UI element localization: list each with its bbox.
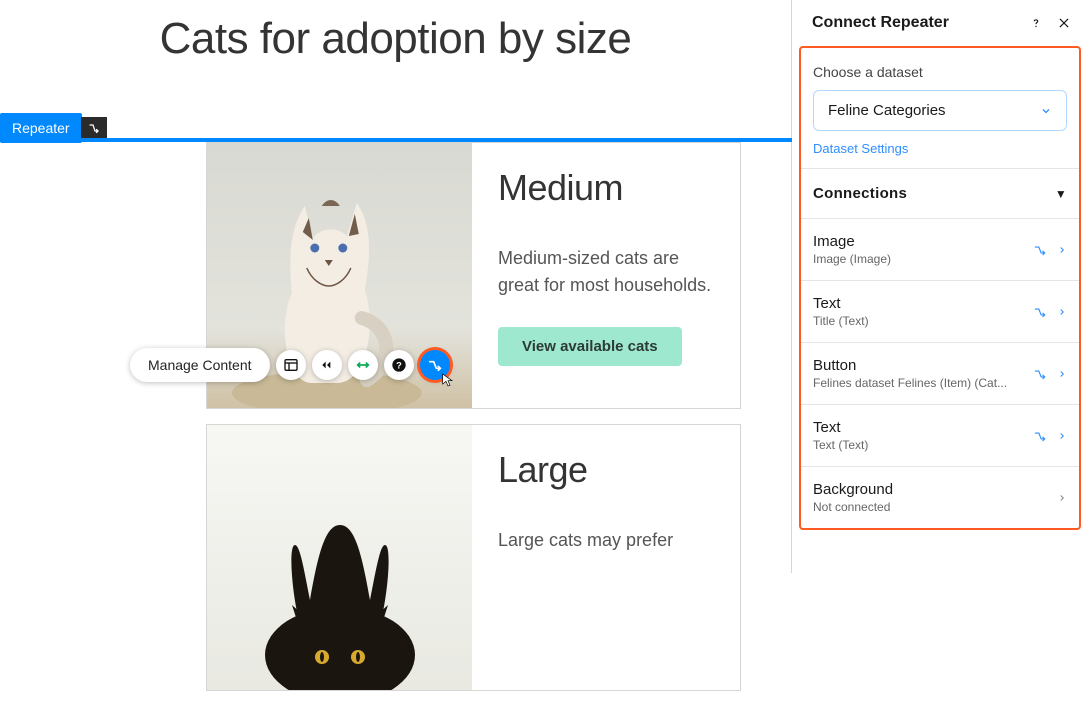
connection-sub: Felines dataset Felines (Item) (Cat... (813, 376, 1033, 390)
page-title: Cats for adoption by size (0, 14, 791, 64)
cursor-icon (440, 372, 456, 388)
connection-name: Background (813, 481, 1057, 498)
connections-label: Connections (813, 185, 907, 202)
chevron-right-icon (1057, 493, 1067, 503)
link-icon (1033, 243, 1047, 257)
view-cats-button[interactable]: View available cats (498, 327, 682, 366)
chevron-down-icon (1040, 105, 1052, 117)
panel-title: Connect Repeater (812, 14, 949, 32)
item-title: Medium (498, 167, 714, 209)
dataset-select-value: Feline Categories (828, 102, 946, 119)
close-icon[interactable] (1057, 16, 1071, 30)
connection-row-text[interactable]: Text Title (Text) (801, 281, 1079, 343)
connect-data-icon[interactable] (81, 117, 107, 139)
dataset-select[interactable]: Feline Categories (813, 90, 1067, 131)
caret-down-icon: ▼ (1055, 187, 1067, 201)
chevron-right-icon (1057, 431, 1067, 441)
manage-content-button[interactable]: Manage Content (130, 348, 270, 382)
item-title: Large (498, 449, 714, 491)
connection-sub: Text (Text) (813, 438, 1033, 452)
chevron-right-icon (1057, 245, 1067, 255)
connection-row-button[interactable]: Button Felines dataset Felines (Item) (C… (801, 343, 1079, 405)
connection-sub: Title (Text) (813, 314, 1033, 328)
panel-help-icon[interactable] (1029, 16, 1043, 30)
link-icon (1033, 367, 1047, 381)
help-icon[interactable]: ? (384, 350, 414, 380)
connection-row-background[interactable]: Background Not connected (801, 467, 1079, 528)
connect-to-data-icon[interactable] (420, 350, 450, 380)
dataset-label: Choose a dataset (813, 64, 1067, 80)
connection-row-text2[interactable]: Text Text (Text) (801, 405, 1079, 467)
link-icon (1033, 305, 1047, 319)
connection-row-image[interactable]: Image Image (Image) (801, 219, 1079, 281)
item-image[interactable] (207, 425, 472, 690)
stretch-icon[interactable] (348, 350, 378, 380)
item-description: Large cats may prefer (498, 527, 714, 554)
connection-name: Button (813, 357, 1033, 374)
connect-repeater-panel: Connect Repeater Choose a dataset Feline… (792, 0, 1089, 573)
connection-sub: Not connected (813, 500, 1057, 514)
element-toolbar: Manage Content ? (130, 348, 450, 382)
repeater-item[interactable]: Large Large cats may prefer (206, 424, 741, 691)
connection-sub: Image (Image) (813, 252, 1033, 266)
dataset-settings-link[interactable]: Dataset Settings (813, 141, 908, 156)
layout-icon[interactable] (276, 350, 306, 380)
connection-name: Text (813, 419, 1033, 436)
connections-header[interactable]: Connections ▼ (801, 169, 1079, 219)
item-description: Medium-sized cats are great for most hou… (498, 245, 714, 299)
chevron-right-icon (1057, 307, 1067, 317)
connection-name: Image (813, 233, 1033, 250)
repeater[interactable]: Medium Medium-sized cats are great for m… (206, 142, 741, 706)
connection-name: Text (813, 295, 1033, 312)
chevron-right-icon (1057, 369, 1067, 379)
svg-text:?: ? (396, 360, 402, 370)
link-icon (1033, 429, 1047, 443)
animation-icon[interactable] (312, 350, 342, 380)
